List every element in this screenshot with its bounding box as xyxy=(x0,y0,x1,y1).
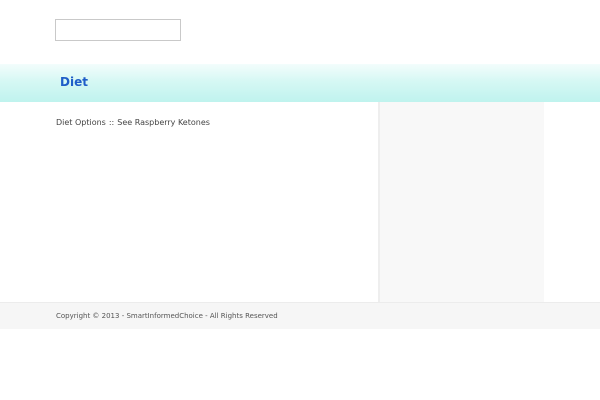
copyright-text: Copyright © 2013 - SmartInformedChoice -… xyxy=(56,312,278,320)
sidebar xyxy=(378,102,544,302)
diet-options-text: Diet Options xyxy=(56,118,106,127)
main-content: Diet Options:: See Raspberry Ketones xyxy=(0,102,600,302)
separator: :: xyxy=(108,118,115,127)
page-bottom xyxy=(0,329,600,400)
raspberry-ketones-link[interactable]: See Raspberry Ketones xyxy=(117,118,210,127)
page-title: Diet xyxy=(60,75,88,89)
footer: Copyright © 2013 - SmartInformedChoice -… xyxy=(0,302,600,329)
page: Diet Diet Options:: See Raspberry Ketones… xyxy=(0,0,600,400)
title-band: Diet xyxy=(0,64,600,102)
header xyxy=(0,0,600,64)
search-input[interactable] xyxy=(55,19,181,41)
content-text: Diet Options:: See Raspberry Ketones xyxy=(56,117,210,129)
